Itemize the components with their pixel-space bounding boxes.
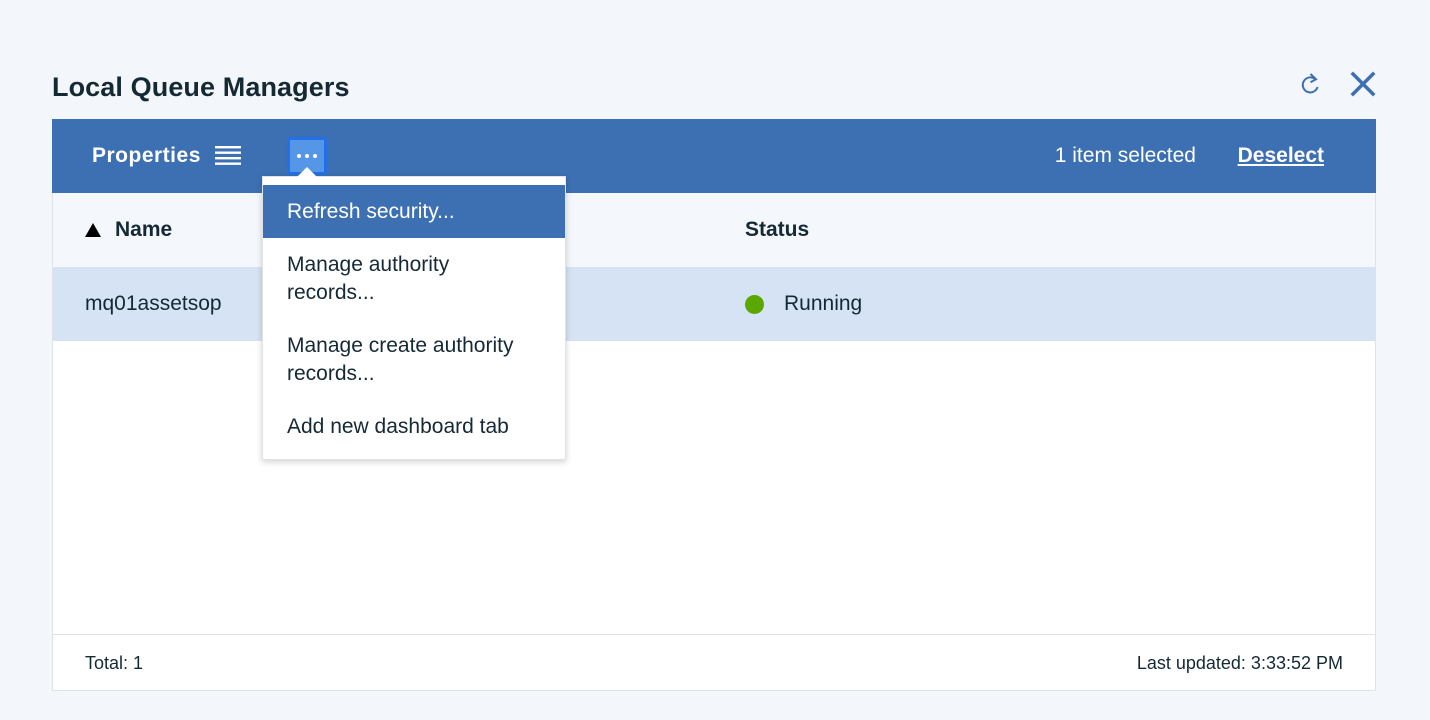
menu-item-refresh-security[interactable]: Refresh security... [263,185,565,238]
menu-caret [297,167,317,177]
total-count: Total: 1 [85,653,144,673]
column-header-status[interactable]: Status [745,193,809,267]
status-indicator [745,294,764,314]
properties-button[interactable]: Properties [92,119,241,193]
refresh-icon[interactable] [1296,68,1326,100]
menu-item-add-dashboard-tab[interactable]: Add new dashboard tab [263,400,565,453]
last-updated: Last updated: 3:33:52 PM [1136,653,1343,673]
selection-toolbar: Properties 1 item selected Deselect [52,119,1376,193]
menu-item-manage-authority-records[interactable]: Manage authority records... [263,238,565,319]
table-header: Name Status [53,193,1375,267]
properties-label: Properties [92,144,201,167]
overflow-menu: Refresh security... Manage authority rec… [262,176,566,460]
column-header-name[interactable]: Name [85,193,172,267]
close-icon[interactable] [1348,68,1378,100]
column-header-label: Status [745,218,810,241]
status-cell: Running [745,267,862,341]
queue-manager-name: mq01assetsop [85,292,222,315]
list-icon [214,146,241,165]
deselect-link[interactable]: Deselect [1238,119,1324,193]
queue-managers-panel: Properties 1 item selected Deselect Name… [52,119,1376,691]
widget-title: Local Queue Managers [52,72,350,102]
sort-ascending-icon [85,223,101,237]
overflow-menu-icon [297,154,317,158]
column-header-label: Name [115,218,173,241]
selected-count: 1 item selected [1054,144,1196,167]
widget-actions [1296,68,1378,100]
menu-item-manage-create-authority-records[interactable]: Manage create authority records... [263,319,565,400]
panel-footer: Total: 1 Last updated: 3:33:52 PM [53,634,1375,690]
table-row[interactable]: mq01assetsop Running [53,267,1375,341]
status-text: Running [784,292,863,315]
